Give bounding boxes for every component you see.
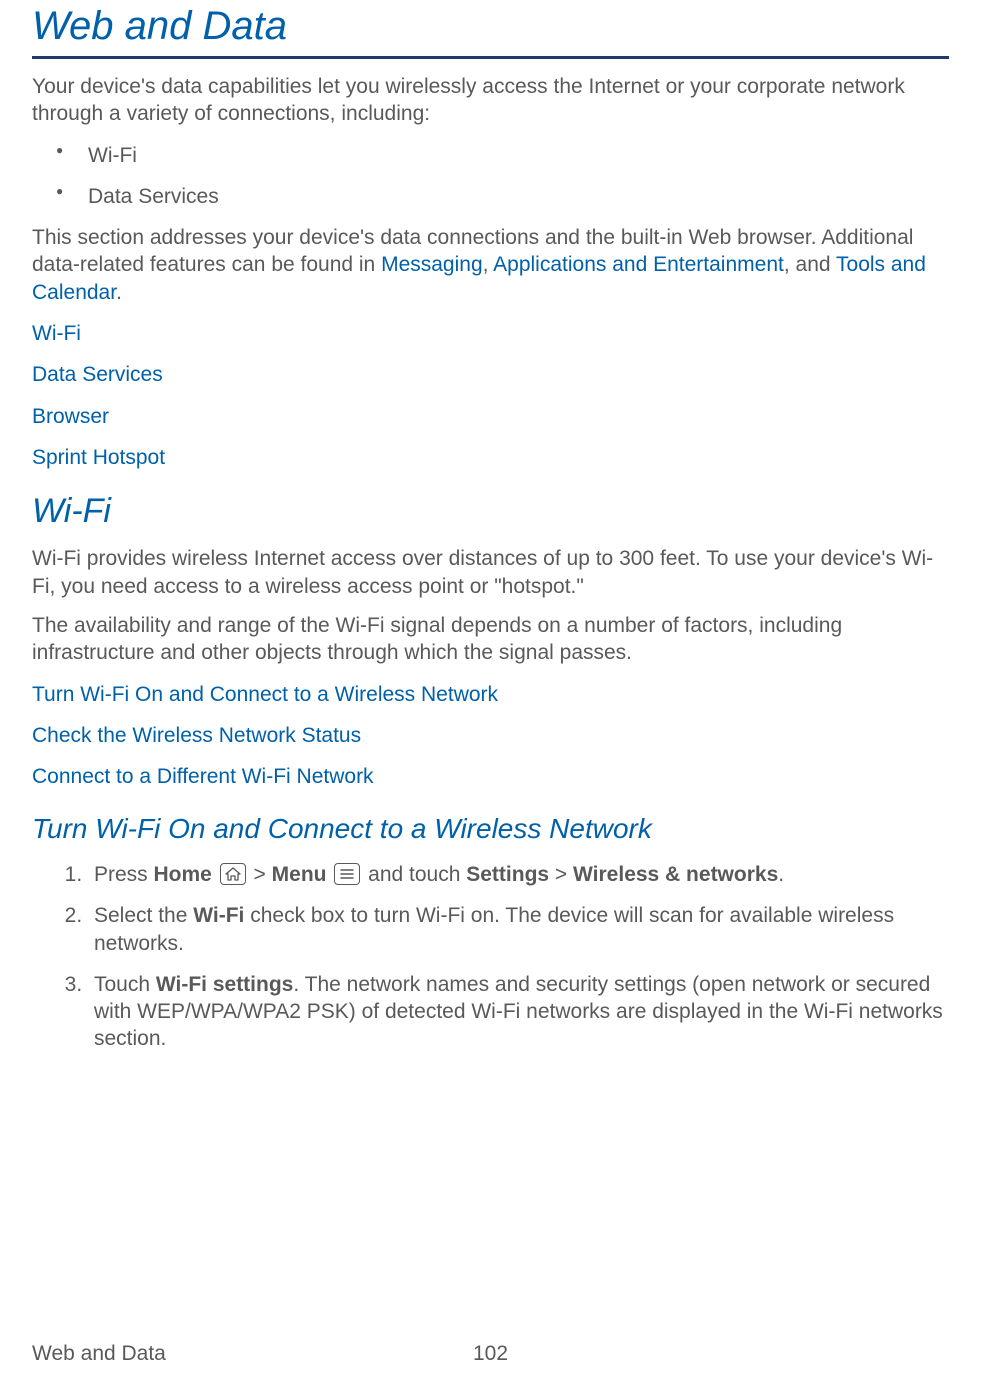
- wifi-label: Wi-Fi: [193, 904, 244, 927]
- wifi-paragraph-2: The availability and range of the Wi-Fi …: [32, 612, 949, 667]
- wifi-paragraph-1: Wi-Fi provides wireless Internet access …: [32, 545, 949, 600]
- wifi-settings-label: Wi-Fi settings: [156, 973, 293, 996]
- menu-label: Menu: [272, 863, 327, 886]
- connection-list: Wi-Fi Data Services: [32, 142, 949, 211]
- section-overview-paragraph: This section addresses your device's dat…: [32, 224, 949, 306]
- toc-link-wifi[interactable]: Wi-Fi: [32, 320, 949, 347]
- home-label: Home: [154, 863, 212, 886]
- turn-wifi-on-link[interactable]: Turn Wi-Fi On and Connect to a Wireless …: [32, 681, 949, 708]
- messaging-link[interactable]: Messaging: [381, 253, 483, 276]
- text: Press: [94, 863, 154, 886]
- text: , and: [784, 253, 836, 276]
- text: >: [248, 863, 272, 886]
- connect-different-wifi-link[interactable]: Connect to a Different Wi-Fi Network: [32, 763, 949, 790]
- menu-icon: [334, 863, 360, 885]
- check-wireless-status-link[interactable]: Check the Wireless Network Status: [32, 722, 949, 749]
- list-item: Wi-Fi: [32, 142, 949, 169]
- applications-entertainment-link[interactable]: Applications and Entertainment: [493, 253, 784, 276]
- intro-paragraph: Your device's data capabilities let you …: [32, 73, 949, 128]
- page-footer: Web and Data 102: [32, 1340, 949, 1367]
- wifi-heading: Wi-Fi: [32, 489, 949, 533]
- settings-label: Settings: [466, 863, 549, 886]
- text: .: [116, 281, 122, 304]
- text: Select the: [94, 904, 193, 927]
- toc-link-data-services[interactable]: Data Services: [32, 361, 949, 388]
- home-icon: [220, 863, 246, 885]
- step-1: Press Home > Menu and touch Settings > W…: [88, 861, 949, 888]
- text: .: [778, 863, 784, 886]
- turn-wifi-on-heading: Turn Wi-Fi On and Connect to a Wireless …: [32, 811, 949, 847]
- footer-section-name: Web and Data: [32, 1340, 166, 1367]
- list-item: Data Services: [32, 183, 949, 210]
- steps-list: Press Home > Menu and touch Settings > W…: [32, 861, 949, 1053]
- page-title: Web and Data: [32, 0, 949, 59]
- wireless-networks-label: Wireless & networks: [573, 863, 778, 886]
- step-3: Touch Wi-Fi settings. The network names …: [88, 971, 949, 1053]
- text: ,: [483, 253, 494, 276]
- text: Touch: [94, 973, 156, 996]
- text: >: [549, 863, 573, 886]
- text: and touch: [362, 863, 466, 886]
- footer-page-number: 102: [473, 1340, 508, 1367]
- toc-link-sprint-hotspot[interactable]: Sprint Hotspot: [32, 444, 949, 471]
- step-2: Select the Wi-Fi check box to turn Wi-Fi…: [88, 902, 949, 957]
- toc-link-browser[interactable]: Browser: [32, 403, 949, 430]
